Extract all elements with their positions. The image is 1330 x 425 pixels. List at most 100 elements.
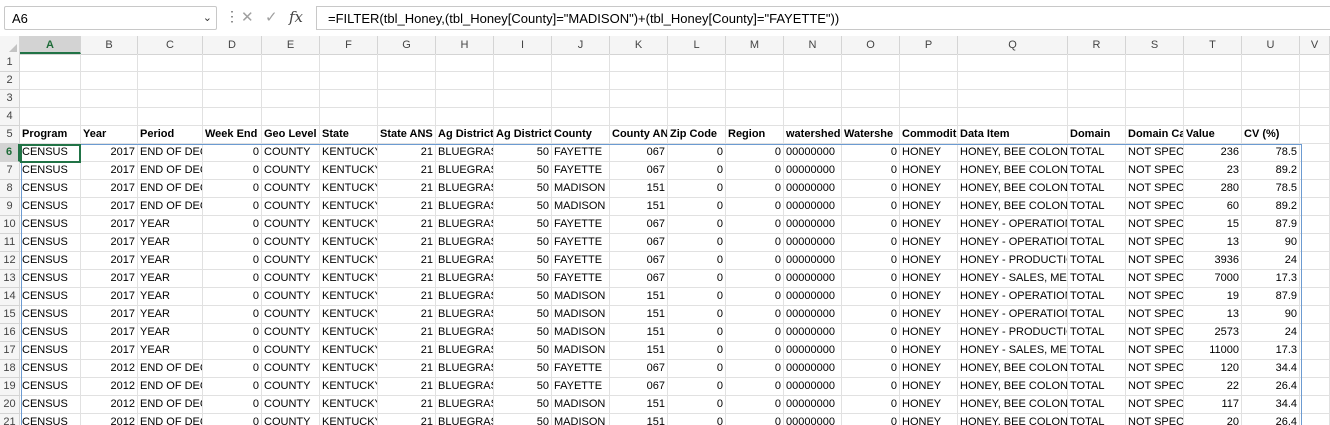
cell-i13[interactable]: 50 bbox=[494, 270, 552, 288]
cell-c14[interactable]: YEAR bbox=[138, 288, 203, 306]
cell-k15[interactable]: 151 bbox=[610, 306, 668, 324]
cell-h6[interactable]: BLUEGRAS bbox=[436, 144, 494, 162]
cell-j9[interactable]: MADISON bbox=[552, 198, 610, 216]
cell-s10[interactable]: NOT SPECI bbox=[1126, 216, 1184, 234]
cell-u7[interactable]: 89.2 bbox=[1242, 162, 1300, 180]
cell-n2[interactable] bbox=[784, 72, 842, 90]
cell-o5[interactable]: Watershe bbox=[842, 126, 900, 144]
cell-f19[interactable]: KENTUCKY bbox=[320, 378, 378, 396]
cell-t19[interactable]: 22 bbox=[1184, 378, 1242, 396]
cell-j12[interactable]: FAYETTE bbox=[552, 252, 610, 270]
cell-u17[interactable]: 17.3 bbox=[1242, 342, 1300, 360]
cell-u15[interactable]: 90 bbox=[1242, 306, 1300, 324]
cell-d16[interactable]: 0 bbox=[203, 324, 262, 342]
cell-d8[interactable]: 0 bbox=[203, 180, 262, 198]
cell-v11[interactable] bbox=[1300, 234, 1330, 252]
cell-m14[interactable]: 0 bbox=[726, 288, 784, 306]
cell-p20[interactable]: HONEY bbox=[900, 396, 958, 414]
cell-k10[interactable]: 067 bbox=[610, 216, 668, 234]
cell-a13[interactable]: CENSUS bbox=[20, 270, 81, 288]
cell-s8[interactable]: NOT SPECI bbox=[1126, 180, 1184, 198]
column-header-n[interactable]: N bbox=[784, 36, 842, 54]
cell-u18[interactable]: 34.4 bbox=[1242, 360, 1300, 378]
cell-o8[interactable]: 0 bbox=[842, 180, 900, 198]
cell-l1[interactable] bbox=[668, 54, 726, 72]
cell-n19[interactable]: 00000000 bbox=[784, 378, 842, 396]
column-header-r[interactable]: R bbox=[1068, 36, 1126, 54]
cell-t18[interactable]: 120 bbox=[1184, 360, 1242, 378]
cell-b10[interactable]: 2017 bbox=[81, 216, 138, 234]
cell-a1[interactable] bbox=[20, 54, 81, 72]
cell-i19[interactable]: 50 bbox=[494, 378, 552, 396]
cell-c10[interactable]: YEAR bbox=[138, 216, 203, 234]
cell-i18[interactable]: 50 bbox=[494, 360, 552, 378]
cell-u3[interactable] bbox=[1242, 90, 1300, 108]
cell-p3[interactable] bbox=[900, 90, 958, 108]
cell-o21[interactable]: 0 bbox=[842, 414, 900, 425]
row-header-18[interactable]: 18 bbox=[0, 360, 20, 378]
cell-i3[interactable] bbox=[494, 90, 552, 108]
cell-i2[interactable] bbox=[494, 72, 552, 90]
cell-i5[interactable]: Ag District bbox=[494, 126, 552, 144]
cell-l14[interactable]: 0 bbox=[668, 288, 726, 306]
cell-j5[interactable]: County bbox=[552, 126, 610, 144]
cell-k8[interactable]: 151 bbox=[610, 180, 668, 198]
row-header-9[interactable]: 9 bbox=[0, 198, 20, 216]
formula-input[interactable]: =FILTER(tbl_Honey,(tbl_Honey[County]="MA… bbox=[316, 6, 1330, 30]
cell-m10[interactable]: 0 bbox=[726, 216, 784, 234]
cell-u12[interactable]: 24 bbox=[1242, 252, 1300, 270]
column-header-a[interactable]: A bbox=[20, 36, 81, 54]
cell-h18[interactable]: BLUEGRAS bbox=[436, 360, 494, 378]
cell-c7[interactable]: END OF DEC bbox=[138, 162, 203, 180]
cell-e1[interactable] bbox=[262, 54, 320, 72]
cell-e16[interactable]: COUNTY bbox=[262, 324, 320, 342]
cell-r16[interactable]: TOTAL bbox=[1068, 324, 1126, 342]
cell-a18[interactable]: CENSUS bbox=[20, 360, 81, 378]
cell-e19[interactable]: COUNTY bbox=[262, 378, 320, 396]
cell-r18[interactable]: TOTAL bbox=[1068, 360, 1126, 378]
column-header-f[interactable]: F bbox=[320, 36, 378, 54]
cell-t3[interactable] bbox=[1184, 90, 1242, 108]
cell-f18[interactable]: KENTUCKY bbox=[320, 360, 378, 378]
cell-g21[interactable]: 21 bbox=[378, 414, 436, 425]
cell-h10[interactable]: BLUEGRAS bbox=[436, 216, 494, 234]
cell-d17[interactable]: 0 bbox=[203, 342, 262, 360]
cell-h12[interactable]: BLUEGRAS bbox=[436, 252, 494, 270]
cell-r2[interactable] bbox=[1068, 72, 1126, 90]
cell-p10[interactable]: HONEY bbox=[900, 216, 958, 234]
cell-g11[interactable]: 21 bbox=[378, 234, 436, 252]
cell-s18[interactable]: NOT SPECI bbox=[1126, 360, 1184, 378]
cell-f11[interactable]: KENTUCKY bbox=[320, 234, 378, 252]
cell-r7[interactable]: TOTAL bbox=[1068, 162, 1126, 180]
cell-t7[interactable]: 23 bbox=[1184, 162, 1242, 180]
cell-b7[interactable]: 2017 bbox=[81, 162, 138, 180]
cell-p16[interactable]: HONEY bbox=[900, 324, 958, 342]
cell-i15[interactable]: 50 bbox=[494, 306, 552, 324]
cell-u4[interactable] bbox=[1242, 108, 1300, 126]
cell-h2[interactable] bbox=[436, 72, 494, 90]
cell-e12[interactable]: COUNTY bbox=[262, 252, 320, 270]
cell-o10[interactable]: 0 bbox=[842, 216, 900, 234]
cell-f5[interactable]: State bbox=[320, 126, 378, 144]
cell-f20[interactable]: KENTUCKY bbox=[320, 396, 378, 414]
cell-f13[interactable]: KENTUCKY bbox=[320, 270, 378, 288]
cell-n11[interactable]: 00000000 bbox=[784, 234, 842, 252]
cell-r15[interactable]: TOTAL bbox=[1068, 306, 1126, 324]
cell-c11[interactable]: YEAR bbox=[138, 234, 203, 252]
cell-o7[interactable]: 0 bbox=[842, 162, 900, 180]
cell-n10[interactable]: 00000000 bbox=[784, 216, 842, 234]
cell-v12[interactable] bbox=[1300, 252, 1330, 270]
cell-i16[interactable]: 50 bbox=[494, 324, 552, 342]
cell-k2[interactable] bbox=[610, 72, 668, 90]
cell-t8[interactable]: 280 bbox=[1184, 180, 1242, 198]
cell-e13[interactable]: COUNTY bbox=[262, 270, 320, 288]
cell-v16[interactable] bbox=[1300, 324, 1330, 342]
cell-d12[interactable]: 0 bbox=[203, 252, 262, 270]
cell-u9[interactable]: 89.2 bbox=[1242, 198, 1300, 216]
cell-o1[interactable] bbox=[842, 54, 900, 72]
cell-v10[interactable] bbox=[1300, 216, 1330, 234]
cell-e5[interactable]: Geo Level bbox=[262, 126, 320, 144]
cell-b9[interactable]: 2017 bbox=[81, 198, 138, 216]
cell-h19[interactable]: BLUEGRAS bbox=[436, 378, 494, 396]
cell-a19[interactable]: CENSUS bbox=[20, 378, 81, 396]
